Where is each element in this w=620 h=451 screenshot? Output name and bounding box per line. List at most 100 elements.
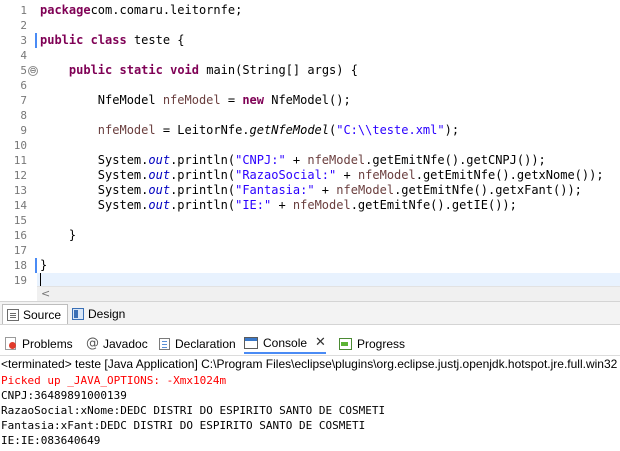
tab-progress-label: Progress bbox=[357, 336, 406, 351]
code-token: nfeModel bbox=[292, 198, 351, 212]
tab-design-label: Design bbox=[88, 307, 126, 321]
code-token: "RazaoSocial:" bbox=[235, 168, 337, 182]
scroll-left-arrow-icon[interactable]: < bbox=[41, 287, 50, 301]
code-token: + bbox=[336, 168, 358, 182]
code-token: ); bbox=[444, 123, 460, 137]
code-token: out bbox=[148, 168, 171, 182]
tab-console[interactable]: Console ✕ bbox=[244, 333, 326, 354]
code-token: System. bbox=[40, 198, 149, 212]
code-line[interactable]: System.out.println("IE:" + nfeModel.getE… bbox=[40, 198, 517, 213]
line-number: 10 bbox=[13, 139, 27, 152]
code-token: .println( bbox=[170, 198, 236, 212]
code-token: .println( bbox=[170, 153, 236, 167]
problems-icon bbox=[4, 337, 17, 350]
code-line[interactable]: packagecom.comaru.leitornfe; bbox=[40, 3, 242, 18]
code-token: System. bbox=[40, 168, 149, 182]
tab-javadoc[interactable]: @ Javadoc bbox=[86, 333, 148, 354]
tab-console-label: Console bbox=[263, 335, 308, 350]
line-number: 15 bbox=[13, 214, 27, 227]
declaration-icon bbox=[159, 337, 170, 350]
code-line[interactable]: public class teste { bbox=[40, 33, 185, 48]
fold-collapse-icon[interactable]: ⊖ bbox=[28, 66, 38, 76]
code-token: .getEmitNfe().getxNome()); bbox=[415, 168, 604, 182]
console-output[interactable]: Picked up _JAVA_OPTIONS: -Xmx1024m CNPJ:… bbox=[0, 373, 620, 451]
console-output-line: IE:IE:083640649 bbox=[1, 434, 101, 447]
line-number: 2 bbox=[20, 19, 27, 32]
code-editor[interactable]: 1 2 3 4 5 6 7 8 9 10 11 12 13 14 15 16 17 18 19 ⊖ packageco… bbox=[0, 0, 620, 301]
tab-progress[interactable]: Progress bbox=[339, 333, 405, 354]
line-number: 6 bbox=[20, 79, 27, 92]
tab-declaration[interactable]: Declaration bbox=[159, 333, 236, 354]
code-token: "IE:" bbox=[235, 198, 272, 212]
line-number: 1 bbox=[20, 4, 27, 17]
line-number: 12 bbox=[13, 169, 27, 182]
line-number: 14 bbox=[13, 199, 27, 212]
line-number: 8 bbox=[20, 109, 27, 122]
code-line[interactable]: } bbox=[40, 258, 47, 273]
tab-source-label: Source bbox=[23, 307, 62, 322]
code-token: main(String[] args) { bbox=[199, 63, 358, 77]
code-line[interactable]: System.out.println("Fantasia:" + nfeMode… bbox=[40, 183, 582, 198]
tab-declaration-label: Declaration bbox=[175, 336, 236, 351]
tab-source[interactable]: Source bbox=[2, 304, 69, 324]
code-token: "Fantasia:" bbox=[235, 183, 315, 197]
close-console-icon[interactable]: ✕ bbox=[315, 335, 326, 350]
code-token: } bbox=[40, 228, 77, 242]
code-token: + bbox=[285, 153, 308, 167]
change-marker bbox=[35, 258, 37, 273]
code-line[interactable]: public static void main(String[] args) { bbox=[40, 63, 358, 78]
tab-problems-label: Problems bbox=[22, 336, 73, 351]
console-output-line: RazaoSocial:xNome:DEDC DISTRI DO ESPIRIT… bbox=[1, 404, 386, 417]
code-token: nfeModel bbox=[336, 183, 395, 197]
line-number: 18 bbox=[13, 259, 27, 272]
view-tab-bar: Problems @ Javadoc Declaration Console ✕… bbox=[0, 331, 620, 356]
code-token: nfeModel bbox=[97, 123, 156, 137]
code-token: out bbox=[148, 198, 171, 212]
editor-bottom-tabs: Source Design bbox=[0, 301, 620, 325]
code-token: static bbox=[119, 63, 163, 77]
code-line[interactable]: NfeModel nfeModel = new NfeModel(); bbox=[40, 93, 351, 108]
code-token: "C:\\teste.xml" bbox=[336, 123, 445, 137]
code-token: nfeModel bbox=[162, 93, 221, 107]
code-token: System. bbox=[40, 153, 149, 167]
design-view-icon bbox=[72, 308, 84, 320]
code-token: out bbox=[148, 153, 171, 167]
code-token: out bbox=[148, 183, 171, 197]
code-token: + bbox=[271, 198, 293, 212]
code-token: = bbox=[220, 93, 243, 107]
code-token: nfeModel bbox=[357, 168, 416, 182]
code-token: + bbox=[314, 183, 337, 197]
tab-problems[interactable]: Problems bbox=[4, 333, 73, 354]
code-line[interactable]: } bbox=[40, 228, 76, 243]
code-token: getNfeModel bbox=[249, 123, 329, 137]
code-token: new bbox=[242, 93, 264, 107]
change-marker bbox=[35, 33, 37, 48]
line-number: 19 bbox=[13, 274, 27, 287]
code-line[interactable]: System.out.println("CNPJ:" + nfeModel.ge… bbox=[40, 153, 546, 168]
tab-design[interactable]: Design bbox=[68, 304, 129, 324]
code-line[interactable]: nfeModel = LeitorNfe.getNfeModel("C:\\te… bbox=[40, 123, 459, 138]
console-output-line: CNPJ:36489891000139 bbox=[1, 389, 127, 402]
line-number: 11 bbox=[13, 154, 27, 167]
code-token: NfeModel bbox=[40, 93, 163, 107]
code-token: void bbox=[170, 63, 199, 77]
line-number-gutter: 1 2 3 4 5 6 7 8 9 10 11 12 13 14 15 16 17 18 19 ⊖ bbox=[0, 0, 38, 301]
code-line[interactable]: System.out.println("RazaoSocial:" + nfeM… bbox=[40, 168, 604, 183]
javadoc-at-icon: @ bbox=[86, 336, 99, 351]
code-token: .println( bbox=[170, 183, 236, 197]
code-token: } bbox=[40, 258, 48, 272]
line-number: 13 bbox=[13, 184, 27, 197]
console-stderr-line: Picked up _JAVA_OPTIONS: -Xmx1024m bbox=[1, 374, 227, 387]
text-caret bbox=[40, 273, 41, 287]
code-token: nfeModel bbox=[307, 153, 366, 167]
code-token: public bbox=[40, 33, 84, 47]
console-process-header: <terminated> teste [Java Application] C:… bbox=[1, 357, 618, 371]
code-token: class bbox=[90, 33, 127, 47]
progress-icon bbox=[339, 337, 352, 350]
horizontal-scrollbar[interactable]: < bbox=[37, 286, 620, 301]
line-number: 17 bbox=[13, 244, 27, 257]
code-token: = LeitorNfe. bbox=[155, 123, 250, 137]
